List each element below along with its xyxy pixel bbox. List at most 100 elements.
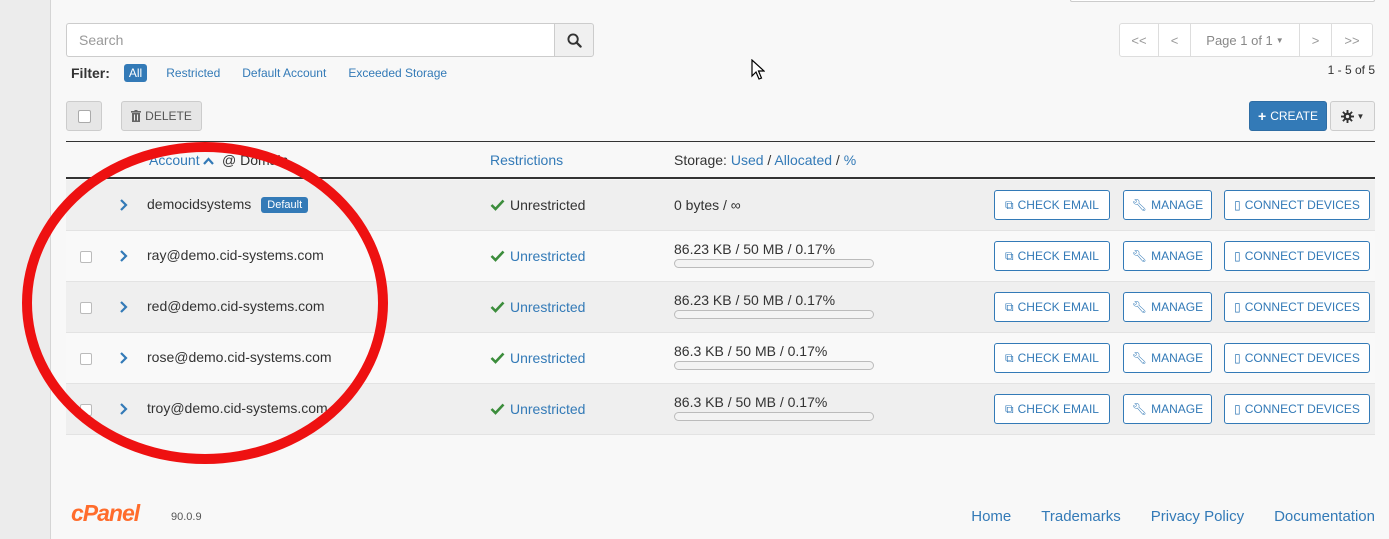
filter-all[interactable]: All: [123, 64, 148, 82]
last-page-button[interactable]: >>: [1331, 23, 1373, 57]
caret-down-icon: ▼: [1356, 111, 1365, 121]
footer-link-home[interactable]: Home: [971, 508, 1011, 525]
storage-text: 0 bytes / ∞: [674, 197, 741, 213]
manage-label: MANAGE: [1151, 249, 1204, 263]
prev-page-button[interactable]: <: [1158, 23, 1191, 57]
check-email-label: CHECK EMAIL: [1017, 249, 1099, 263]
restriction-link[interactable]: Unrestricted: [510, 248, 585, 264]
filter-exceeded-storage[interactable]: Exceeded Storage: [348, 66, 447, 80]
row-checkbox[interactable]: [80, 353, 92, 365]
external-link-icon: ⧉: [1005, 401, 1014, 416]
cpanel-logo[interactable]: cPanel: [71, 500, 140, 527]
wrench-icon: 🔧︎: [1131, 249, 1148, 263]
external-link-icon: ⧉: [1005, 299, 1014, 314]
connect-devices-button[interactable]: ▯ CONNECT DEVICES: [1224, 343, 1370, 373]
account-name: ray@demo.cid-systems.com: [147, 247, 324, 263]
chevron-right-icon[interactable]: [118, 400, 130, 418]
manage-button[interactable]: 🔧︎ MANAGE: [1123, 394, 1212, 424]
domain-header: @ Domain: [222, 152, 288, 168]
check-email-label: CHECK EMAIL: [1017, 198, 1099, 212]
footer-links: Home Trademarks Privacy Policy Documenta…: [971, 508, 1375, 525]
settings-button[interactable]: ▼: [1330, 101, 1375, 131]
storage-header: Storage: Used / Allocated / %: [674, 152, 857, 168]
checkmark-icon: [490, 352, 505, 364]
check-email-button[interactable]: ⧉ CHECK EMAIL: [994, 343, 1110, 373]
chevron-right-icon[interactable]: [118, 196, 130, 214]
row-checkbox[interactable]: [80, 404, 92, 416]
storage-info: 0 bytes / ∞: [674, 197, 741, 213]
check-email-button[interactable]: ⧉ CHECK EMAIL: [994, 394, 1110, 424]
table-header: Account @ Domain Restrictions Storage: U…: [66, 141, 1375, 179]
footer-link-privacy-policy[interactable]: Privacy Policy: [1151, 508, 1244, 525]
external-link-icon: ⧉: [1005, 197, 1014, 212]
check-email-button[interactable]: ⧉ CHECK EMAIL: [994, 190, 1110, 220]
restriction-link[interactable]: Unrestricted: [510, 299, 585, 315]
account-name: red@demo.cid-systems.com: [147, 298, 325, 314]
restriction-link[interactable]: Unrestricted: [510, 350, 585, 366]
restrictions-header[interactable]: Restrictions: [490, 152, 563, 168]
storage-text: 86.23 KB / 50 MB / 0.17%: [674, 241, 836, 257]
table-row: troy@demo.cid-systems.com Unrestricted 8…: [66, 384, 1375, 435]
connect-devices-label: CONNECT DEVICES: [1244, 249, 1360, 263]
check-email-button[interactable]: ⧉ CHECK EMAIL: [994, 292, 1110, 322]
domain-header-label: @ Domain: [222, 152, 289, 168]
connect-devices-button[interactable]: ▯ CONNECT DEVICES: [1224, 241, 1370, 271]
wrench-icon: 🔧︎: [1131, 402, 1148, 416]
chevron-right-icon[interactable]: [118, 298, 130, 316]
mouse-cursor-icon: [751, 59, 765, 80]
search-input[interactable]: [66, 23, 554, 57]
next-page-button[interactable]: >: [1299, 23, 1332, 57]
page-select-label: Page 1 of 1: [1206, 32, 1273, 48]
connect-devices-button[interactable]: ▯ CONNECT DEVICES: [1224, 190, 1370, 220]
search-button[interactable]: [554, 23, 594, 57]
restriction-status: Unrestricted: [490, 350, 585, 366]
row-checkbox[interactable]: [80, 302, 92, 314]
select-all-button[interactable]: [66, 101, 102, 131]
sort-account-header[interactable]: Account: [149, 152, 215, 168]
manage-label: MANAGE: [1151, 351, 1204, 365]
mobile-icon: ▯: [1234, 300, 1241, 314]
left-sidebar: [0, 0, 51, 539]
first-page-button[interactable]: <<: [1119, 23, 1159, 57]
storage-progress-bar: [674, 310, 874, 319]
filter-restricted[interactable]: Restricted: [166, 66, 220, 80]
row-checkbox[interactable]: [80, 251, 92, 263]
storage-text: 86.3 KB / 50 MB / 0.17%: [674, 394, 828, 410]
manage-label: MANAGE: [1151, 300, 1204, 314]
connect-devices-label: CONNECT DEVICES: [1244, 351, 1360, 365]
check-email-label: CHECK EMAIL: [1017, 402, 1099, 416]
mobile-icon: ▯: [1234, 198, 1241, 212]
select-all-checkbox[interactable]: [77, 109, 91, 123]
wrench-icon: 🔧︎: [1131, 300, 1148, 314]
filter-bar: Filter: All Restricted Default Account E…: [71, 63, 469, 83]
manage-button[interactable]: 🔧︎ MANAGE: [1123, 343, 1212, 373]
table-row: rose@demo.cid-systems.com Unrestricted 8…: [66, 333, 1375, 384]
sort-used-link[interactable]: Used: [731, 152, 764, 168]
create-label: CREATE: [1270, 109, 1318, 123]
restriction-status: Unrestricted: [490, 299, 585, 315]
manage-button[interactable]: 🔧︎ MANAGE: [1123, 292, 1212, 322]
check-email-button[interactable]: ⧉ CHECK EMAIL: [994, 241, 1110, 271]
chevron-right-icon[interactable]: [118, 349, 130, 367]
filter-default-account[interactable]: Default Account: [242, 66, 326, 80]
gear-icon: [1340, 109, 1354, 123]
external-link-icon: ⧉: [1005, 350, 1014, 365]
delete-button[interactable]: DELETE: [121, 101, 202, 131]
delete-label: DELETE: [145, 109, 192, 123]
chevron-right-icon[interactable]: [118, 247, 130, 265]
connect-devices-button[interactable]: ▯ CONNECT DEVICES: [1224, 394, 1370, 424]
page-select[interactable]: Page 1 of 1 ▼: [1190, 23, 1300, 57]
sort-allocated-link[interactable]: Allocated: [774, 152, 832, 168]
top-dropdown-stub: [1070, 0, 1375, 2]
manage-button[interactable]: 🔧︎ MANAGE: [1123, 241, 1212, 271]
table-row: red@demo.cid-systems.com Unrestricted 86…: [66, 282, 1375, 333]
manage-button[interactable]: 🔧︎ MANAGE: [1123, 190, 1212, 220]
footer-link-trademarks[interactable]: Trademarks: [1041, 508, 1120, 525]
filter-label: Filter:: [71, 65, 110, 81]
footer-link-documentation[interactable]: Documentation: [1274, 508, 1375, 525]
create-button[interactable]: + CREATE: [1249, 101, 1327, 131]
restriction-link[interactable]: Unrestricted: [510, 401, 585, 417]
table-row: ray@demo.cid-systems.com Unrestricted 86…: [66, 231, 1375, 282]
connect-devices-button[interactable]: ▯ CONNECT DEVICES: [1224, 292, 1370, 322]
sort-percent-link[interactable]: %: [844, 152, 856, 168]
